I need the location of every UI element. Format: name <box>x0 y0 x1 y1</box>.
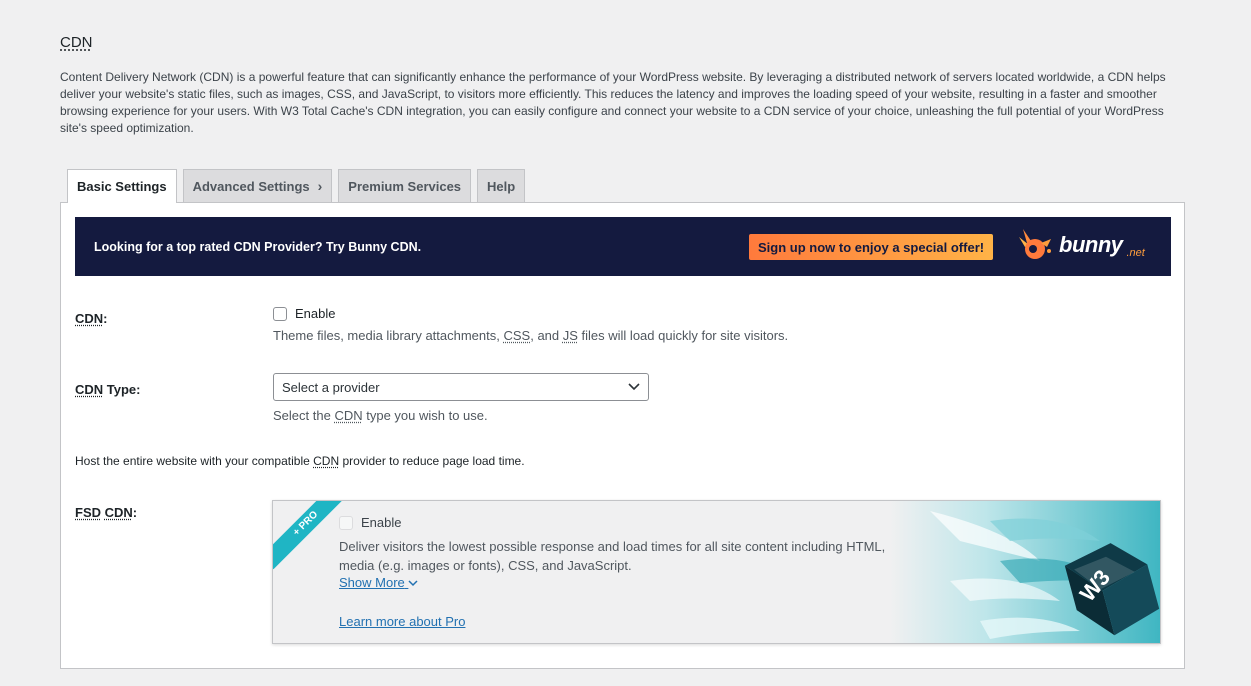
cdn-enable-label: Enable <box>295 306 336 321</box>
fsd-cdn-pro-box: W3 + PRO Enable Deliver visitors the low… <box>272 500 1161 644</box>
cdn-enable-checkbox[interactable] <box>273 306 287 321</box>
tab-help[interactable]: Help <box>477 169 526 202</box>
fsd-enable-row[interactable]: Enable <box>339 515 401 530</box>
bunny-cdn-banner: Looking for a top rated CDN Provider? Tr… <box>75 217 1171 276</box>
bunny-logo: bunny .net <box>1015 225 1145 265</box>
fsd-enable-label: Enable <box>361 515 402 530</box>
tab-premium-services[interactable]: Premium Services <box>338 169 472 202</box>
cdn-description: Theme files, media library attachments, … <box>273 328 789 343</box>
tab-basic-settings[interactable]: Basic Settings <box>67 169 177 203</box>
cdn-label: CDN: <box>75 311 108 326</box>
learn-more-pro-link[interactable]: Learn more about Pro <box>339 614 465 629</box>
chevron-right-icon: › <box>317 178 323 194</box>
cdn-enable-row[interactable]: Enable <box>273 306 335 321</box>
fsd-description: Deliver visitors the lowest possible res… <box>339 539 886 573</box>
fsd-enable-checkbox[interactable] <box>339 515 353 530</box>
show-more-link[interactable]: Show More <box>339 575 418 590</box>
bunny-wordmark: bunny <box>1059 232 1123 257</box>
cdn-type-description: Select the CDN type you wish to use. <box>273 408 488 423</box>
w3-flame-illustration: W3 <box>890 501 1160 643</box>
cdn-type-label: CDN Type: <box>75 382 141 397</box>
bunny-net-suffix: .net <box>1126 247 1145 259</box>
cdn-provider-select[interactable]: Select a provider <box>273 373 649 401</box>
chevron-down-icon <box>628 383 640 391</box>
banner-text: Looking for a top rated CDN Provider? Tr… <box>94 239 422 254</box>
fsd-cdn-label: FSD CDN: <box>75 505 138 520</box>
host-website-text: Host the entire website with your compat… <box>75 454 525 468</box>
chevron-down-icon <box>408 580 418 587</box>
special-offer-button[interactable]: Sign up now to enjoy a special offer! <box>749 234 994 260</box>
bunny-rabbit-icon <box>1019 229 1051 259</box>
tab-bar: Basic Settings Advanced Settings › Premiu… <box>67 169 526 203</box>
settings-panel: Looking for a top rated CDN Provider? Tr… <box>60 202 1185 669</box>
page-title: CDN <box>60 34 93 51</box>
tab-advanced-settings[interactable]: Advanced Settings › <box>182 169 333 202</box>
intro-text: Content Delivery Network (CDN) is a powe… <box>60 70 1166 135</box>
